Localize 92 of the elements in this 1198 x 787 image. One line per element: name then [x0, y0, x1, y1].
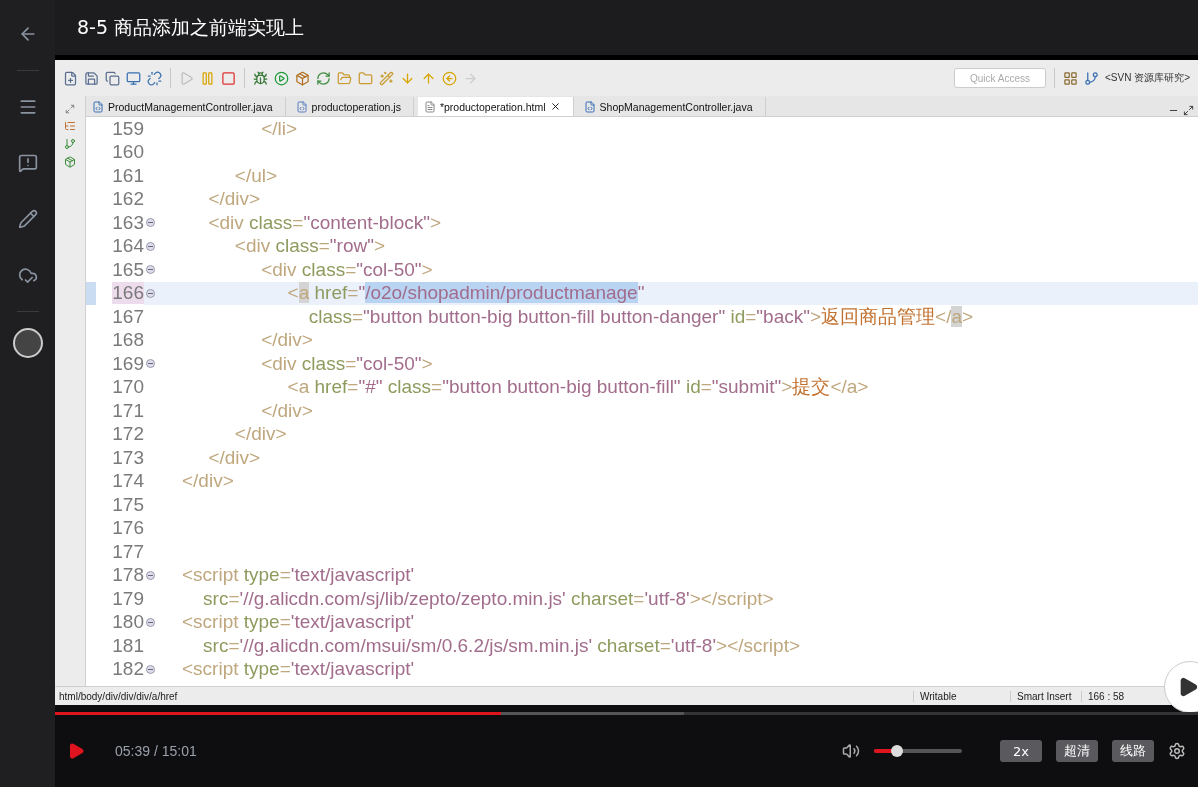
code-line: src='//g.alicdn.com/sj/lib/zepto/zepto.min.js' charset='utf-8'></script> [202, 587, 774, 610]
perspective-label[interactable]: <SVN 资源库研究> [1104, 71, 1190, 85]
maximize-icon[interactable] [1183, 105, 1194, 116]
code-line: </li> [260, 117, 298, 140]
package-icon[interactable] [64, 156, 76, 168]
fold-icon[interactable] [145, 359, 155, 369]
code-line: </div> [260, 399, 313, 422]
fold-icon[interactable] [145, 265, 155, 275]
line-number: 165 [112, 258, 144, 281]
line-number: 178 [112, 564, 144, 587]
line-number: 168 [112, 329, 144, 352]
line-number: 182 [112, 658, 144, 681]
settings-icon[interactable] [1168, 742, 1186, 760]
line-number: 176 [112, 517, 144, 540]
status-path: html/body/div/div/div/a/href [58, 690, 179, 702]
progress-track[interactable] [55, 712, 1198, 715]
code-line: <div class="col-50"> [260, 258, 433, 281]
speed-button[interactable]: 2x [1000, 740, 1042, 762]
code-line: </div> [181, 470, 234, 493]
line-number: 160 [112, 141, 144, 164]
cloud-icon[interactable] [17, 265, 38, 285]
code-line: <div class="content-block"> [207, 211, 442, 234]
line-number: 161 [112, 164, 144, 187]
quality-button[interactable]: 超清 [1056, 740, 1098, 762]
code-line: </div> [207, 188, 261, 211]
editor-tab[interactable]: ProductManagementController.java [86, 97, 286, 116]
close-icon[interactable] [549, 101, 561, 112]
line-number: 174 [112, 470, 144, 493]
refresh-icon[interactable] [316, 70, 331, 86]
code-line: </div> [207, 446, 261, 469]
play-button[interactable] [67, 742, 85, 760]
video-title: 8-5 商品添加之前端实现上 [77, 14, 305, 40]
line-number: 172 [112, 423, 144, 446]
new-file-icon[interactable] [63, 70, 78, 86]
time-display: 05:39 / 15:01 [115, 743, 197, 759]
java-file-icon [92, 100, 104, 113]
line-number: 164 [112, 235, 144, 258]
avatar[interactable] [12, 328, 43, 358]
code-line: <script type='text/javascript' [181, 564, 415, 587]
line-number: 166 [112, 282, 144, 305]
insert-mode: Smart Insert [1010, 690, 1081, 702]
line-number: 170 [112, 376, 144, 399]
save-all-icon[interactable] [105, 70, 120, 86]
hierarchy-icon[interactable] [64, 120, 76, 132]
editor-tab[interactable]: ShopManagementController.java [577, 97, 766, 116]
monitor-icon[interactable] [126, 70, 141, 86]
line-number: 180 [112, 611, 144, 634]
line-number: 159 [112, 117, 144, 140]
code-line: <div class="row"> [233, 235, 386, 258]
line-number: 177 [112, 540, 144, 563]
code-line: <script type='text/javascript' [181, 658, 415, 681]
editor-tab[interactable]: productoperation.js [289, 97, 414, 116]
code-line: <a href="#" class="button button-big button-fill" id="submit">提交</a> [286, 376, 869, 399]
line-number: 163 [112, 211, 144, 234]
fold-icon[interactable] [145, 218, 155, 228]
unlink-icon[interactable] [147, 70, 162, 86]
script-file-icon [295, 100, 308, 113]
line-number: 173 [112, 446, 144, 469]
code-line: class="button button-big button-fill button-danger" id="back">返回商品管理</a> [307, 305, 974, 328]
html-file-icon [423, 100, 436, 113]
debug-icon[interactable] [253, 70, 268, 86]
line-number: 179 [112, 587, 144, 610]
line-number: 162 [112, 188, 144, 211]
code-line: <script type='text/javascript' [181, 611, 415, 634]
restore-icon[interactable] [65, 104, 75, 114]
fold-icon[interactable] [145, 664, 155, 674]
code-line: </div> [260, 329, 313, 352]
code-line: src='//g.alicdn.com/msui/sm/0.6.2/js/sm.min.js' charset='utf-8'></script> [202, 634, 801, 657]
code-line: <a href="/o2o/shopadmin/productmanage" [286, 282, 645, 305]
line-number: 171 [112, 399, 144, 422]
code-line: </ul> [233, 164, 278, 187]
line-number: 169 [112, 352, 144, 375]
line-number: 167 [112, 305, 144, 328]
line-number: 181 [112, 634, 144, 657]
stop-icon[interactable] [221, 70, 236, 86]
save-icon[interactable] [84, 70, 99, 86]
code-line: <div class="col-50"> [260, 352, 433, 375]
editor-tab[interactable]: *productoperation.html [417, 97, 574, 116]
run-icon[interactable] [274, 70, 289, 86]
java-file-icon [583, 100, 596, 113]
pencil-icon[interactable] [17, 209, 38, 229]
line-number: 175 [112, 493, 144, 516]
fold-icon[interactable] [145, 617, 155, 627]
package-icon[interactable] [295, 70, 310, 86]
fold-icon[interactable] [145, 570, 155, 580]
fold-icon[interactable] [145, 288, 155, 298]
quick-access-field[interactable]: Quick Access [953, 68, 1046, 88]
code-line: </div> [233, 423, 287, 446]
fold-icon[interactable] [145, 241, 155, 251]
write-mode: Writable [913, 690, 1010, 702]
route-button[interactable]: 线路 [1112, 740, 1154, 762]
volume-icon[interactable] [842, 742, 860, 760]
